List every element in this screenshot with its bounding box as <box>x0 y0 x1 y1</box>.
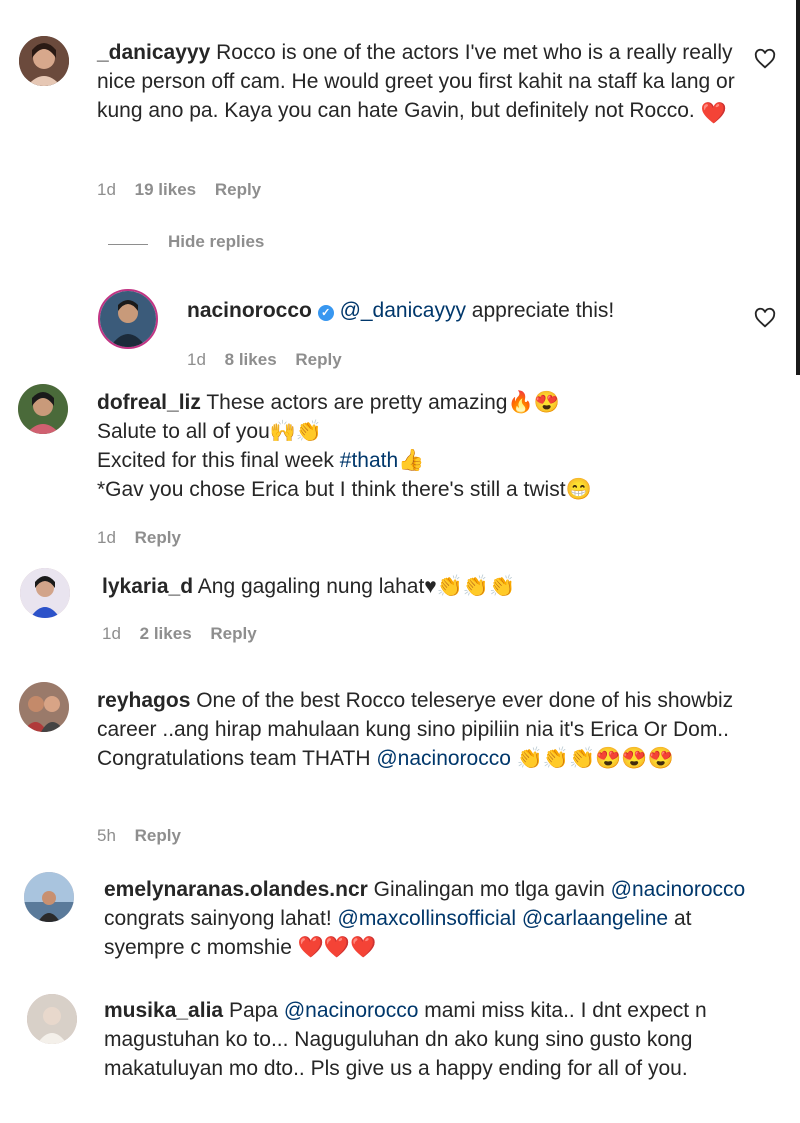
mention-link[interactable]: @maxcollinsofficial <box>338 907 517 930</box>
avatar[interactable] <box>19 36 69 86</box>
mention-link[interactable]: @_danicayyy <box>340 299 466 322</box>
timestamp: 5h <box>97 826 116 845</box>
username[interactable]: nacinorocco <box>187 299 312 322</box>
emoji-reactions: 👏👏👏😍😍😍 <box>516 747 674 770</box>
avatar[interactable] <box>98 289 158 349</box>
like-heart-icon[interactable] <box>754 48 776 70</box>
avatar[interactable] <box>24 872 74 922</box>
timestamp: 1d <box>187 350 206 369</box>
hashtag-link[interactable]: #thath <box>340 449 398 472</box>
comment-text-2: congrats sainyong lahat! <box>104 907 332 930</box>
verified-badge-icon: ✓ <box>317 305 334 321</box>
reply-button[interactable]: Reply <box>135 528 181 547</box>
username[interactable]: reyhagos <box>97 689 190 712</box>
likes-count[interactable]: 2 likes <box>140 624 192 643</box>
hide-replies-button[interactable]: Hide replies <box>168 232 264 252</box>
comment-line-1: These actors are pretty amazing🔥😍 <box>206 391 560 414</box>
username[interactable]: lykaria_d <box>102 575 193 598</box>
username[interactable]: emelynaranas.olandes.ncr <box>104 878 368 901</box>
comment-text: Ang gagaling nung lahat♥👏👏👏 <box>197 575 516 598</box>
likes-count[interactable]: 19 likes <box>135 180 196 199</box>
comment-line-4: *Gav you chose Erica but I think there's… <box>97 478 592 501</box>
reply-button[interactable]: Reply <box>295 350 341 369</box>
mention-link[interactable]: @carlaangeline <box>522 907 668 930</box>
mention-link[interactable]: @nacinorocco <box>376 747 511 770</box>
comment-line-3: Excited for this final week <box>97 449 334 472</box>
hide-replies-divider <box>108 244 148 245</box>
username[interactable]: dofreal_liz <box>97 391 201 414</box>
heart-emojis: ❤️❤️❤️ <box>297 936 377 959</box>
timestamp: 1d <box>97 180 116 199</box>
comment-text: appreciate this! <box>471 299 615 322</box>
comment-text-1: Papa <box>228 999 278 1022</box>
reply-button[interactable]: Reply <box>215 180 261 199</box>
username[interactable]: musika_alia <box>104 999 223 1022</box>
avatar[interactable] <box>18 384 68 434</box>
username[interactable]: _danicayyy <box>97 41 210 64</box>
reply-button[interactable]: Reply <box>210 624 256 643</box>
scrollbar[interactable] <box>796 0 800 375</box>
timestamp: 1d <box>97 528 116 547</box>
heart-emoji: ❤️ <box>700 102 727 125</box>
timestamp: 1d <box>102 624 121 643</box>
avatar[interactable] <box>20 568 70 618</box>
comment-text-1: Ginalingan mo tlga gavin <box>373 878 605 901</box>
comment-line-2: Salute to all of you🙌👏 <box>97 420 323 443</box>
mention-link[interactable]: @nacinorocco <box>611 878 746 901</box>
avatar[interactable] <box>27 994 77 1044</box>
thumbs-up-emoji: 👍 <box>398 449 425 472</box>
reply-button[interactable]: Reply <box>135 826 181 845</box>
likes-count[interactable]: 8 likes <box>225 350 277 369</box>
mention-link[interactable]: @nacinorocco <box>284 999 419 1022</box>
like-heart-icon[interactable] <box>754 307 776 329</box>
avatar[interactable] <box>19 682 69 732</box>
